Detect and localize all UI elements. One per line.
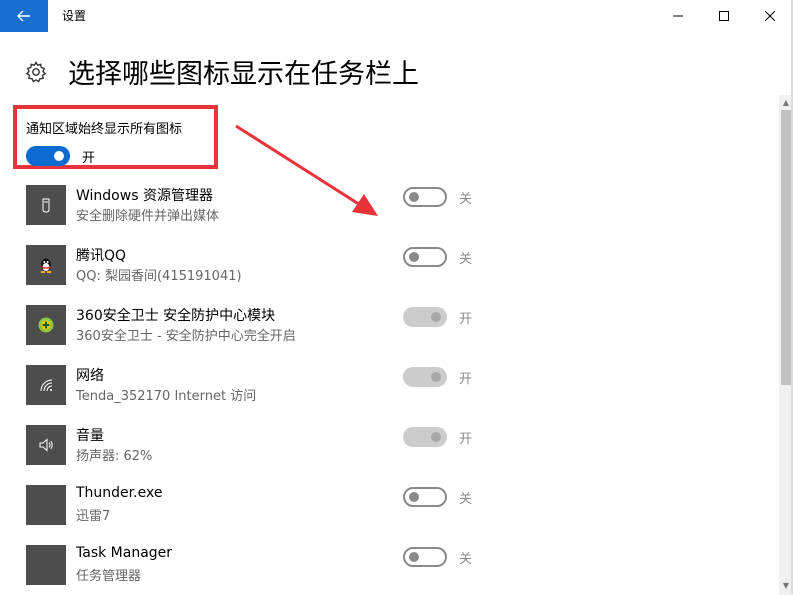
app-subtitle: 扬声器: 62% [76,449,153,464]
toggle-state: 开 [459,432,473,447]
wifi-icon [40,379,53,392]
maximize-button[interactable] [701,0,747,32]
icon-toggle[interactable] [403,487,447,507]
close-button[interactable] [747,0,793,32]
app-subtitle: 安全删除硬件并弹出媒体 [76,209,220,224]
speaker-icon [39,438,53,452]
back-arrow-icon [17,10,30,22]
toggle-state: 开 [459,312,473,327]
toggle-knob [431,312,441,322]
list-item: 360安全卫士 安全防护中心模块 360安全卫士 - 安全防护中心完全开启 开 [26,305,506,349]
app-subtitle: QQ: 梨园香间(415191041) [76,269,242,284]
icon-toggle[interactable] [403,367,447,387]
app-subtitle: 360安全卫士 - 安全防护中心完全开启 [76,329,296,344]
app-tile [26,545,66,585]
back-button[interactable] [0,0,48,32]
close-icon [765,11,775,21]
scrollbar-thumb[interactable] [781,110,791,385]
title-bar: 设置 [0,0,793,32]
app-name: Windows 资源管理器 [76,188,213,204]
list-item: Task Manager 任务管理器 关 [26,545,506,589]
toggle-knob [431,372,441,382]
icon-toggle[interactable] [403,307,447,327]
icon-toggle[interactable] [403,547,447,567]
toggle-knob [54,151,64,161]
toggle-knob [409,552,419,562]
toggle-state: 关 [459,552,473,567]
app-tile [26,305,66,345]
minimize-icon [673,15,683,17]
list-item: Thunder.exe 迅雷7 关 [26,485,506,529]
app-subtitle: Tenda_352170 Internet 访问 [76,389,257,404]
toggle-state: 关 [459,252,473,267]
app-name: 音量 [76,428,104,444]
app-tile [26,485,66,525]
app-subtitle: 任务管理器 [76,569,142,584]
toggle-state: 关 [459,192,473,207]
toggle-knob [409,192,419,202]
list-item: Windows 资源管理器 安全删除硬件并弹出媒体 关 [26,185,506,229]
app-tile [26,425,66,465]
maximize-icon [719,11,729,21]
app-tile [26,185,66,225]
icon-toggle[interactable] [403,427,447,447]
minimize-button[interactable] [655,0,701,32]
gear-icon [25,61,47,83]
icon-toggle[interactable] [403,247,447,267]
toggle-state: 关 [459,492,473,507]
toggle-knob [431,432,441,442]
app-name: 腾讯QQ [76,248,127,264]
toggle-knob [409,252,419,262]
app-name: 360安全卫士 安全防护中心模块 [76,308,276,324]
app-tile [26,365,66,405]
toggle-state: 开 [459,372,473,387]
page-title: 选择哪些图标显示在任务栏上 [68,59,419,90]
app-tile [26,245,66,285]
shield-360-icon [38,317,54,333]
icon-toggle[interactable] [403,187,447,207]
list-item: 腾讯QQ QQ: 梨园香间(415191041) 关 [26,245,506,289]
list-item: 网络 Tenda_352170 Internet 访问 开 [26,365,506,409]
qq-penguin-icon [40,258,52,274]
always-show-state: 开 [82,151,96,166]
app-name: Thunder.exe [76,485,163,501]
window-title: 设置 [62,9,87,23]
usb-icon [42,198,50,213]
app-subtitle: 迅雷7 [76,509,111,524]
always-show-toggle[interactable] [26,146,70,166]
list-item: 音量 扬声器: 62% 开 [26,425,506,469]
app-name: Task Manager [76,545,173,561]
settings-window: 设置 选择哪些图标显示在任务栏上 通知区域始终显示所有图标 开 Windows … [0,0,793,595]
always-show-label: 通知区域始终显示所有图标 [26,122,183,137]
app-name: 网络 [76,368,104,384]
toggle-knob [409,492,419,502]
